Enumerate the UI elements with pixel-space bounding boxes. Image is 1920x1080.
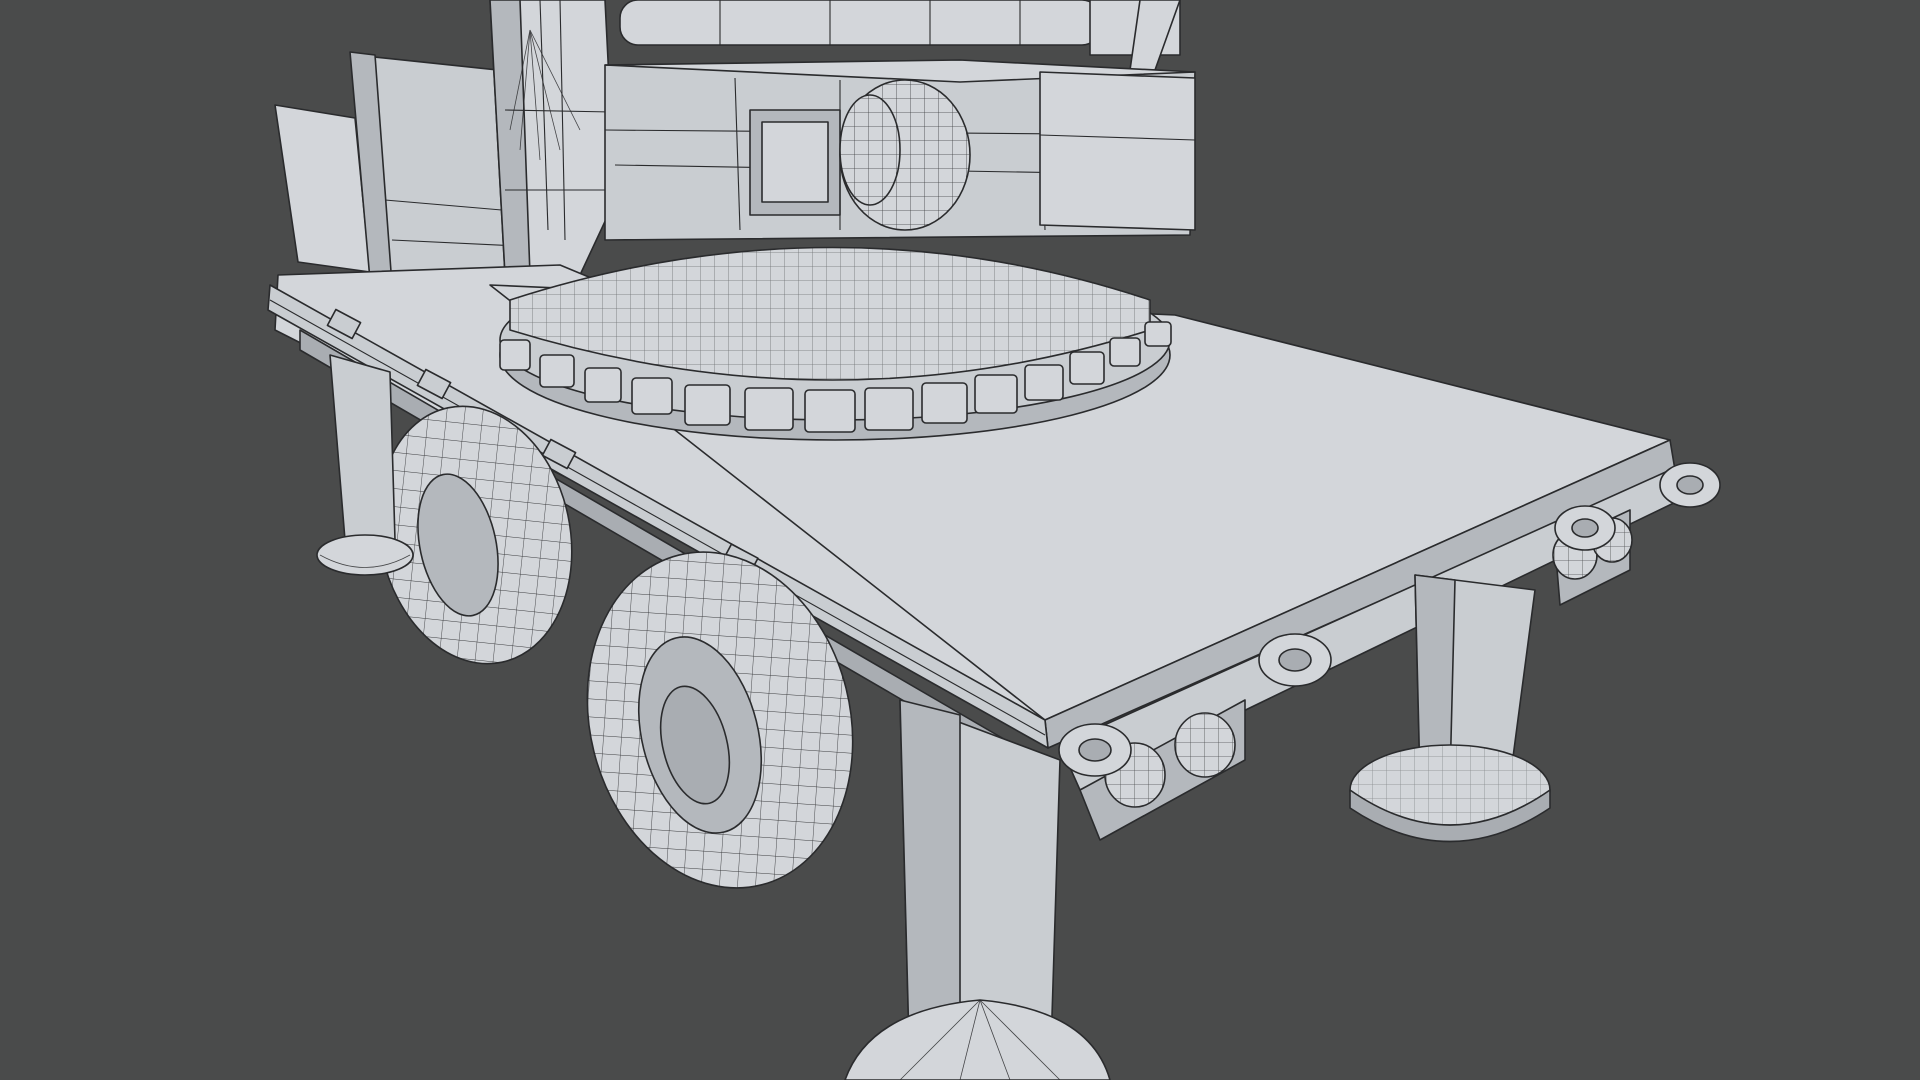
launcher-assembly [274, 0, 1196, 291]
wireframe-scene [267, 0, 1721, 1080]
3d-viewport[interactable] [0, 0, 1920, 1080]
turntable [499, 246, 1172, 441]
sensor-dome [839, 79, 971, 231]
